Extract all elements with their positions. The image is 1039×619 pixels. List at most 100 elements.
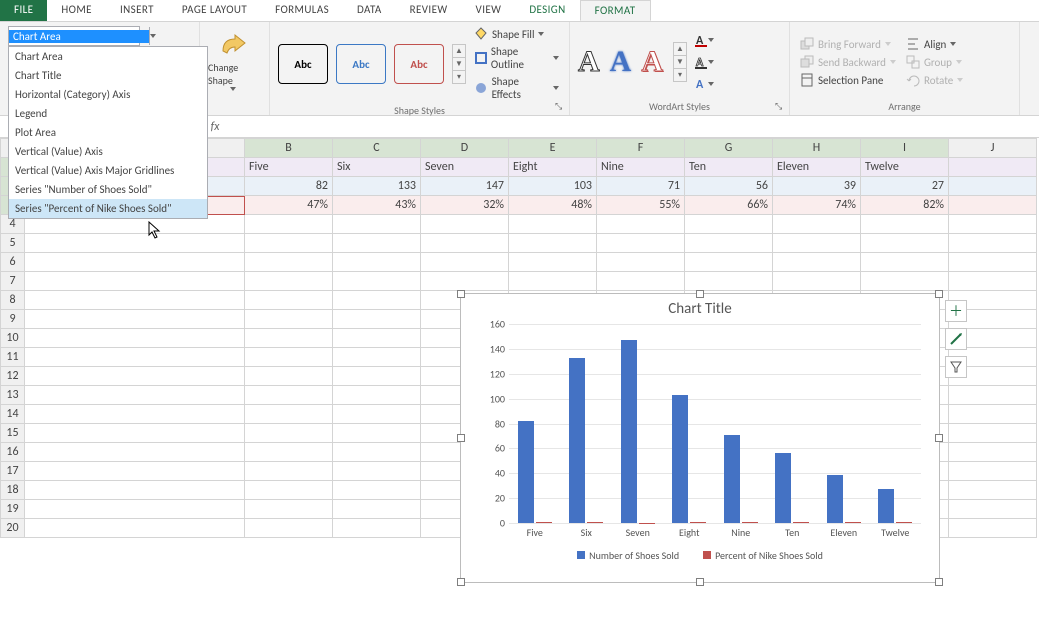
resize-handle[interactable] (935, 290, 943, 298)
chart-object[interactable]: Chart Title 020406080100120140160 FiveSi… (460, 293, 940, 583)
shape-outline-button[interactable]: Shape Outline (472, 44, 561, 72)
cell[interactable] (25, 291, 245, 310)
resize-handle[interactable] (457, 290, 465, 298)
dropdown-option[interactable]: Series "Percent of Nike Shoes Sold" (9, 199, 207, 218)
cell[interactable] (25, 272, 245, 291)
tab-home[interactable]: HOME (47, 0, 106, 21)
cell[interactable] (597, 253, 685, 272)
cell[interactable] (25, 367, 245, 386)
tab-design[interactable]: DESIGN (515, 0, 579, 21)
cell[interactable] (245, 481, 333, 500)
row-header[interactable]: 18 (1, 481, 25, 500)
cell[interactable] (773, 272, 861, 291)
cell[interactable] (245, 310, 333, 329)
dropdown-option[interactable]: Chart Title (9, 66, 207, 85)
cell[interactable]: 147 (421, 177, 509, 196)
cell[interactable] (949, 405, 1037, 424)
shape-style-more[interactable]: ▲▼▾ (452, 44, 466, 84)
chart-bar[interactable] (878, 489, 894, 523)
wordart-style-2[interactable]: A (610, 45, 632, 79)
cell[interactable] (333, 215, 421, 234)
dropdown-option[interactable]: Vertical (Value) Axis (9, 142, 207, 161)
col-header[interactable]: B (245, 139, 333, 158)
cell[interactable] (949, 500, 1037, 519)
row-header[interactable]: 6 (1, 253, 25, 272)
row-header[interactable]: 11 (1, 348, 25, 367)
cell[interactable] (685, 234, 773, 253)
cell[interactable] (25, 443, 245, 462)
cell[interactable] (509, 234, 597, 253)
cell[interactable] (421, 215, 509, 234)
cell[interactable] (949, 424, 1037, 443)
cell[interactable] (597, 234, 685, 253)
cell[interactable] (509, 272, 597, 291)
row-header[interactable]: 16 (1, 443, 25, 462)
cell[interactable]: Eleven (773, 158, 861, 177)
cell[interactable] (333, 424, 421, 443)
wordart-style-3[interactable]: A (641, 45, 663, 79)
cell[interactable] (25, 405, 245, 424)
row-header[interactable]: 20 (1, 519, 25, 538)
resize-handle[interactable] (457, 578, 465, 586)
chart-bar[interactable] (827, 475, 843, 524)
shape-style-gallery[interactable]: Abc Abc Abc ▲▼▾ (278, 44, 466, 84)
cell[interactable]: 133 (333, 177, 421, 196)
chart-bar[interactable] (742, 522, 758, 523)
row-header[interactable]: 13 (1, 386, 25, 405)
cell[interactable] (333, 500, 421, 519)
cell[interactable] (245, 272, 333, 291)
cell[interactable] (245, 405, 333, 424)
cell[interactable]: 32% (421, 196, 509, 215)
col-header[interactable]: H (773, 139, 861, 158)
cell[interactable] (245, 329, 333, 348)
cell[interactable] (245, 500, 333, 519)
cell[interactable]: Seven (421, 158, 509, 177)
cell[interactable] (25, 310, 245, 329)
cell[interactable] (773, 253, 861, 272)
tab-insert[interactable]: INSERT (106, 0, 168, 21)
cell[interactable] (333, 367, 421, 386)
shape-style-1[interactable]: Abc (278, 44, 328, 84)
cell[interactable] (25, 386, 245, 405)
dropdown-option[interactable]: Horizontal (Category) Axis (9, 85, 207, 104)
cell[interactable]: 55% (597, 196, 685, 215)
cell[interactable] (509, 215, 597, 234)
cell[interactable] (949, 481, 1037, 500)
cell[interactable]: 74% (773, 196, 861, 215)
tab-file[interactable]: FILE (0, 0, 47, 21)
resize-handle[interactable] (935, 578, 943, 586)
text-outline-button[interactable]: A (693, 52, 715, 72)
tab-formulas[interactable]: FORMULAS (261, 0, 343, 21)
cell[interactable] (333, 405, 421, 424)
cell[interactable] (861, 215, 949, 234)
cell[interactable] (949, 443, 1037, 462)
cell[interactable] (333, 443, 421, 462)
cell[interactable]: 47% (245, 196, 333, 215)
row-header[interactable]: 5 (1, 234, 25, 253)
legend-entry[interactable]: Number of Shoes Sold (577, 549, 679, 562)
cell[interactable] (949, 253, 1037, 272)
cell[interactable] (245, 253, 333, 272)
cell[interactable]: Eight (509, 158, 597, 177)
cell[interactable] (949, 234, 1037, 253)
cell[interactable] (25, 234, 245, 253)
cell[interactable]: 39 (773, 177, 861, 196)
chart-bar[interactable] (724, 435, 740, 523)
cell[interactable] (949, 196, 1037, 215)
dropdown-option[interactable]: Plot Area (9, 123, 207, 142)
cell[interactable] (245, 386, 333, 405)
col-header[interactable]: E (509, 139, 597, 158)
row-header[interactable]: 8 (1, 291, 25, 310)
cell[interactable] (861, 234, 949, 253)
cell[interactable] (25, 424, 245, 443)
cell[interactable]: 103 (509, 177, 597, 196)
tab-page-layout[interactable]: PAGE LAYOUT (168, 0, 261, 21)
col-header[interactable]: G (685, 139, 773, 158)
cell[interactable]: 82 (245, 177, 333, 196)
cell[interactable] (685, 272, 773, 291)
align-button[interactable]: Align (904, 36, 965, 52)
cell[interactable]: Nine (597, 158, 685, 177)
chart-styles-button[interactable] (945, 328, 967, 350)
chart-bar[interactable] (845, 522, 861, 523)
tab-format[interactable]: FORMAT (580, 0, 651, 21)
